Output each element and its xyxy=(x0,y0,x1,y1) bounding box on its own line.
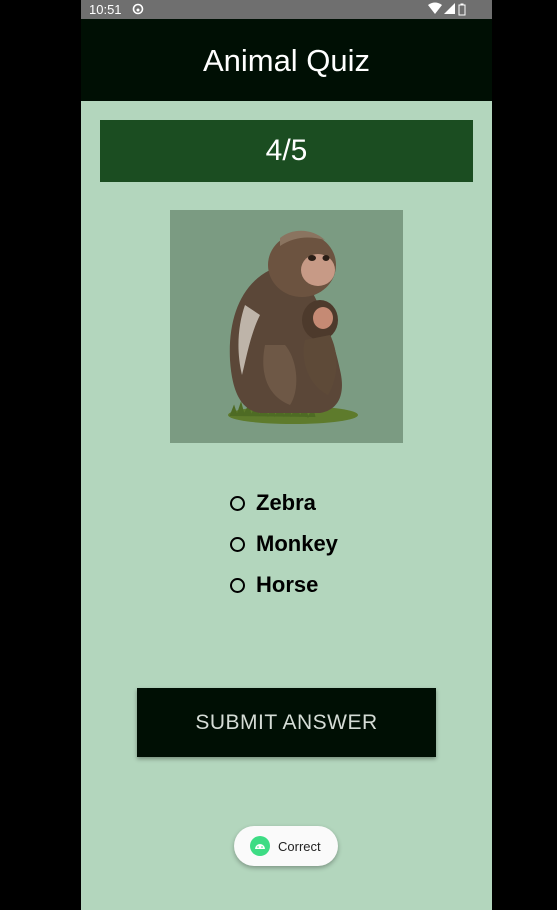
toast-message: Correct xyxy=(234,826,338,866)
option-label: Monkey xyxy=(256,531,338,556)
status-bar: 10:51 xyxy=(81,0,492,19)
progress-text: 4/5 xyxy=(265,134,308,167)
radio-button-icon[interactable] xyxy=(230,495,245,511)
option-horse[interactable]: Horse xyxy=(230,570,450,600)
app-bar: Animal Quiz xyxy=(81,19,492,101)
submit-answer-button[interactable]: SUBMIT ANSWER xyxy=(137,688,436,757)
wifi-icon xyxy=(428,2,442,14)
signal-icon xyxy=(444,3,455,14)
toast-text: Correct xyxy=(278,838,321,854)
app-title: Animal Quiz xyxy=(202,43,371,78)
option-monkey[interactable]: Monkey xyxy=(230,529,450,559)
android-icon xyxy=(250,836,270,856)
app-screen: 10:51 Animal Quiz 4/5 Zebra Monkey Horse… xyxy=(81,0,492,910)
status-icons xyxy=(428,2,470,16)
status-time: 10:51 xyxy=(89,2,122,17)
animal-image xyxy=(170,210,403,443)
monkey-illustration xyxy=(228,230,358,424)
radio-button-icon[interactable] xyxy=(230,577,245,593)
question-progress: 4/5 xyxy=(100,120,473,182)
battery-icon xyxy=(458,3,466,16)
radio-button-icon[interactable] xyxy=(230,536,245,552)
option-zebra[interactable]: Zebra xyxy=(230,488,450,518)
app-notification-icon xyxy=(132,3,144,15)
option-label: Horse xyxy=(256,572,319,597)
submit-label: SUBMIT ANSWER xyxy=(195,710,378,734)
option-label: Zebra xyxy=(256,490,316,515)
